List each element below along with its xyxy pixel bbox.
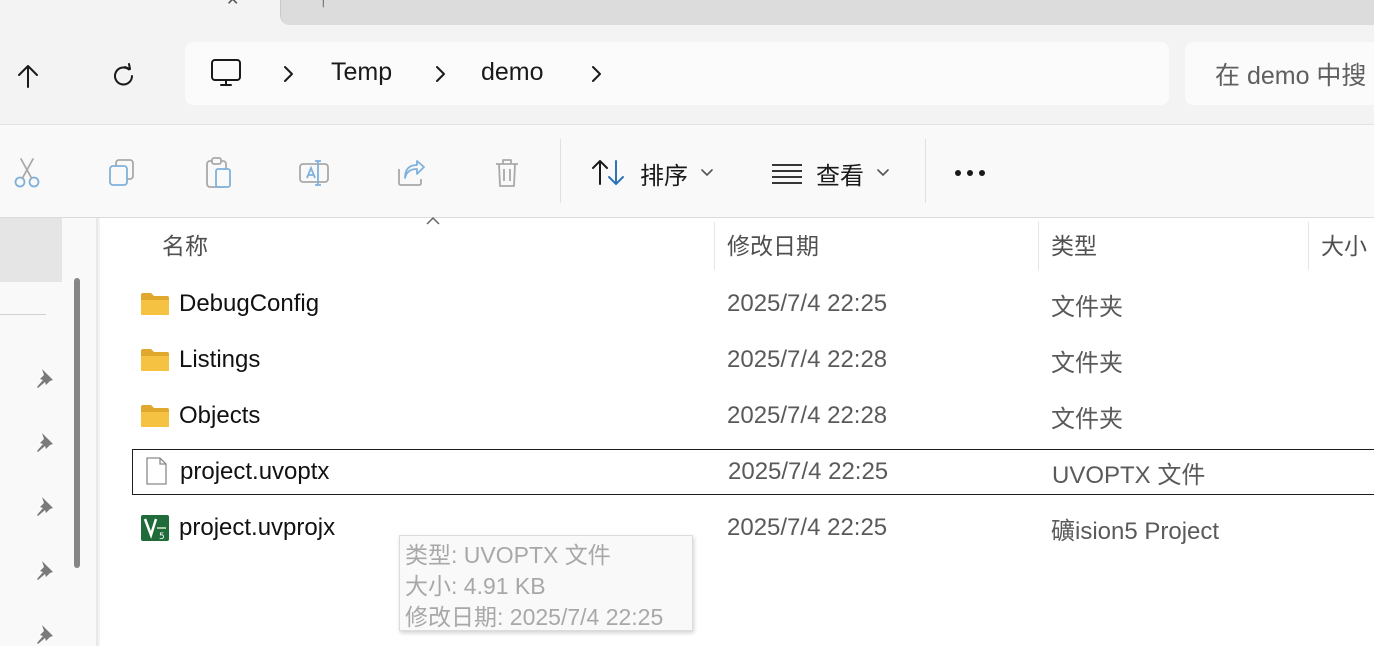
sort-button[interactable]: 排序: [590, 151, 714, 195]
file-name: Listings: [179, 346, 261, 373]
nav-scrollbar[interactable]: [74, 278, 80, 568]
sort-ascending-icon: [426, 216, 440, 225]
table-row[interactable]: 5 project.uvprojx 2025/7/4 22:25 礦ision5…: [132, 506, 1374, 552]
breadcrumb-chevron-icon[interactable]: [278, 64, 298, 84]
file-icon: [146, 457, 167, 485]
share-button[interactable]: [391, 153, 431, 193]
breadcrumb-chevron-icon[interactable]: [586, 64, 606, 84]
pin-icon[interactable]: [32, 494, 56, 518]
search-placeholder: 在 demo 中搜: [1215, 61, 1367, 90]
toolbar-separator: [560, 139, 561, 203]
navigation-pane: [0, 218, 96, 646]
scissors-icon: [14, 158, 40, 188]
column-header-name[interactable]: 名称: [162, 218, 208, 270]
sort-label: 排序: [640, 162, 688, 190]
chevron-down-icon: [701, 169, 713, 177]
sort-icon: [592, 160, 624, 185]
pin-icon[interactable]: [32, 558, 56, 582]
rename-icon: [299, 160, 329, 186]
pane-divider[interactable]: [96, 218, 98, 646]
more-options-button[interactable]: [955, 155, 985, 191]
file-list: 名称 修改日期 类型 大小 DebugConfig 2025/7/4 22:25…: [100, 216, 1374, 646]
file-name: Objects: [179, 402, 261, 429]
file-tooltip: 类型: UVOPTX 文件 大小: 4.91 KB 修改日期: 2025/7/4…: [399, 535, 693, 631]
breadcrumb-demo[interactable]: demo: [481, 58, 544, 87]
breadcrumb-temp[interactable]: Temp: [331, 58, 392, 87]
search-box[interactable]: 在 demo 中搜: [1185, 42, 1374, 105]
chevron-down-icon: [877, 169, 889, 177]
file-name: project.uvprojx: [179, 514, 336, 541]
address-bar[interactable]: Temp demo: [185, 42, 1169, 105]
tab-strip: ✕ |: [0, 0, 1374, 26]
uvision-icon: 5: [141, 515, 169, 542]
navigation-bar: Temp demo 在 demo 中搜: [0, 26, 1374, 124]
copy-icon: [109, 159, 134, 186]
arrow-up-icon: [18, 65, 38, 88]
file-name: project.uvoptx: [180, 458, 330, 485]
file-modified: 2025/7/4 22:28: [727, 402, 888, 429]
tooltip-size: 大小: 4.91 KB: [405, 573, 546, 599]
cut-button[interactable]: [7, 153, 47, 193]
file-type: 文件夹: [1051, 293, 1123, 321]
new-tab-area[interactable]: |: [280, 0, 1374, 25]
table-row[interactable]: DebugConfig 2025/7/4 22:25 文件夹: [132, 282, 1374, 328]
tooltip-modified: 修改日期: 2025/7/4 22:25: [405, 604, 664, 630]
table-row[interactable]: Listings 2025/7/4 22:28 文件夹: [132, 338, 1374, 384]
trash-icon: [496, 159, 518, 187]
folder-icon: [141, 405, 169, 427]
tooltip-type: 类型: UVOPTX 文件: [405, 542, 611, 568]
view-button[interactable]: 查看: [770, 151, 890, 195]
more-dot-icon: [967, 170, 973, 176]
tab-active[interactable]: ✕: [0, 0, 278, 26]
toolbar-separator: [925, 139, 926, 203]
file-modified: 2025/7/4 22:25: [728, 458, 889, 485]
file-type: 礦ision5 Project: [1051, 517, 1220, 545]
nav-item-selected[interactable]: [0, 218, 62, 282]
file-modified: 2025/7/4 22:25: [727, 290, 888, 317]
folder-icon: [141, 349, 169, 371]
refresh-icon: [114, 63, 133, 86]
column-header-type[interactable]: 类型: [1051, 218, 1097, 270]
command-bar: 排序 查看: [0, 124, 1374, 218]
delete-button[interactable]: [487, 153, 527, 193]
list-view-icon: [772, 164, 802, 184]
column-header-size[interactable]: 大小: [1321, 218, 1367, 270]
breadcrumb-chevron-icon[interactable]: [430, 64, 450, 84]
pin-icon[interactable]: [32, 366, 56, 390]
column-divider[interactable]: [1038, 222, 1039, 270]
file-modified: 2025/7/4 22:28: [727, 346, 888, 373]
file-explorer-window: ✕ | Temp demo: [0, 0, 1374, 646]
table-row[interactable]: Objects 2025/7/4 22:28 文件夹: [132, 394, 1374, 440]
this-pc-icon[interactable]: [209, 57, 243, 93]
up-button[interactable]: [4, 52, 52, 100]
file-name: DebugConfig: [179, 290, 320, 317]
file-type: 文件夹: [1051, 405, 1123, 433]
pin-icon[interactable]: [32, 622, 56, 646]
share-icon: [398, 160, 425, 186]
refresh-button[interactable]: [100, 52, 148, 100]
pin-icon[interactable]: [32, 430, 56, 454]
column-divider[interactable]: [714, 222, 715, 270]
file-type: 文件夹: [1051, 349, 1123, 377]
column-header-modified[interactable]: 修改日期: [727, 218, 819, 270]
nav-divider: [0, 314, 46, 315]
clipboard-icon: [206, 157, 231, 188]
paste-button[interactable]: [198, 153, 238, 193]
more-dot-icon: [979, 170, 985, 176]
file-type: UVOPTX 文件: [1052, 461, 1206, 489]
close-tab-icon[interactable]: ✕: [226, 0, 239, 9]
svg-text:5: 5: [159, 532, 165, 542]
tab-glyph-icon: |: [321, 0, 326, 8]
table-row-focused[interactable]: project.uvoptx 2025/7/4 22:25 UVOPTX 文件: [132, 449, 1374, 495]
folder-icon: [141, 293, 169, 315]
column-divider[interactable]: [1308, 222, 1309, 270]
more-dot-icon: [955, 170, 961, 176]
view-label: 查看: [816, 162, 864, 190]
rename-button[interactable]: [294, 153, 334, 193]
file-modified: 2025/7/4 22:25: [727, 514, 888, 541]
copy-button[interactable]: [102, 153, 142, 193]
